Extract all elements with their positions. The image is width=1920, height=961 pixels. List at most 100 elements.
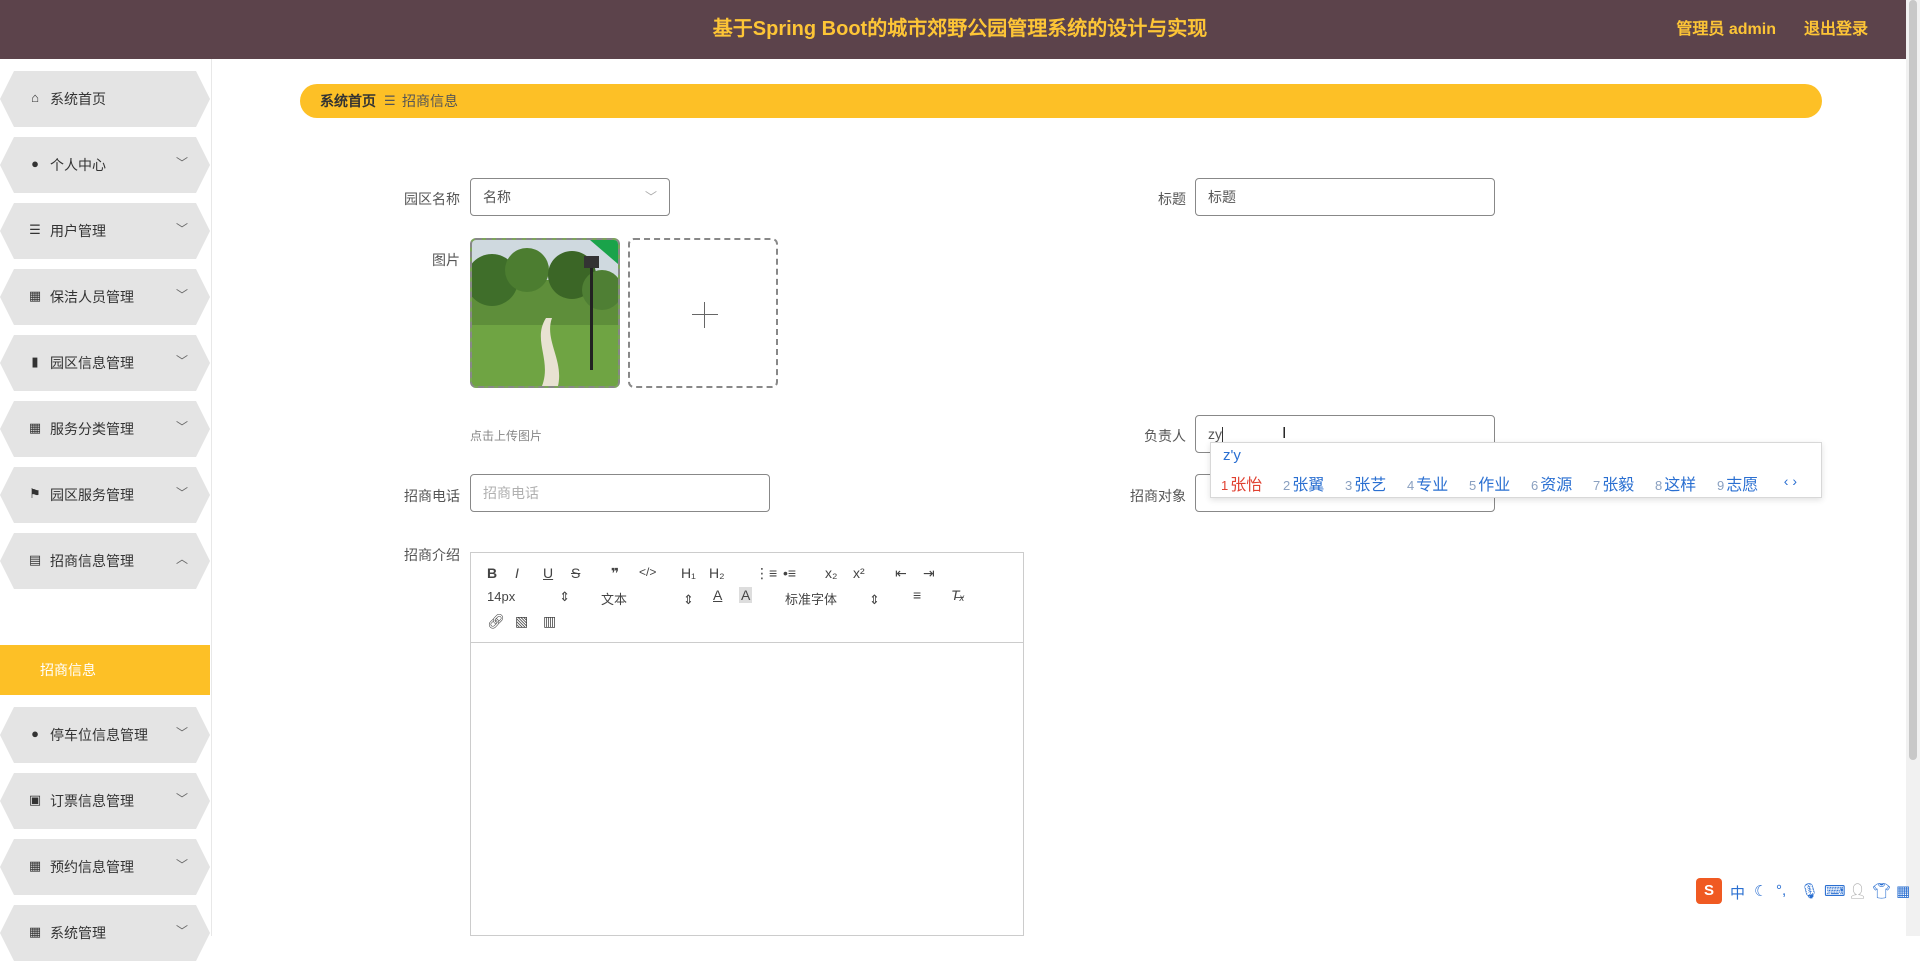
- font-size-select[interactable]: 14px ⇕: [487, 589, 570, 605]
- park-name-value: 名称: [483, 189, 511, 205]
- ime-candidate-2[interactable]: 2 张翼: [1283, 471, 1324, 495]
- image-icon[interactable]: ▧: [515, 613, 528, 630]
- sidebar-item-label: 个人中心: [50, 157, 106, 173]
- owner-value: zy: [1208, 426, 1222, 442]
- breadcrumb-home[interactable]: 系统首页: [320, 84, 376, 118]
- bullet-list-icon[interactable]: •≡: [783, 565, 796, 581]
- title-value: 标题: [1208, 189, 1236, 205]
- align-icon[interactable]: ≡: [913, 587, 921, 603]
- sidebar-item-ticket-info-management[interactable]: ▣ 订票信息管理 ﹀: [0, 773, 210, 829]
- user-icon[interactable]: 👤︎: [1848, 882, 1867, 900]
- page-scrollbar[interactable]: [1906, 0, 1920, 936]
- ime-candidate-4[interactable]: 4 专业: [1407, 471, 1448, 495]
- sidebar-item-home[interactable]: ⌂ 系统首页: [0, 71, 210, 127]
- sidebar-item-reservation-info-management[interactable]: ▦ 预约信息管理 ﹀: [0, 839, 210, 895]
- park-path-image: [472, 240, 618, 386]
- system-title: 基于Spring Boot的城市郊野公园管理系统的设计与实现: [712, 18, 1208, 40]
- ordered-list-icon[interactable]: ⋮≡: [755, 565, 777, 582]
- strikethrough-icon[interactable]: S: [571, 565, 580, 581]
- grid-icon: ▦: [28, 858, 42, 873]
- editor-toolbar: B I U S ❞ </> H₁ H₂ ⋮≡ •≡ x₂ x² ⇤ ⇥ 14px…: [471, 553, 1023, 643]
- logout-button[interactable]: 退出登录: [1804, 0, 1868, 59]
- clear-format-icon[interactable]: T̶ₓ: [951, 587, 965, 603]
- ime-candidate-3[interactable]: 3 张艺: [1345, 471, 1386, 495]
- phone-input[interactable]: 招商电话: [470, 474, 770, 512]
- scrollbar-thumb[interactable]: [1909, 0, 1917, 760]
- rich-text-editor: B I U S ❞ </> H₁ H₂ ⋮≡ •≡ x₂ x² ⇤ ⇥ 14px…: [470, 552, 1024, 936]
- toolbox-icon[interactable]: ▦: [1896, 882, 1910, 900]
- ime-candidate-7[interactable]: 7 张毅: [1593, 471, 1634, 495]
- skin-icon[interactable]: 👕︎: [1872, 882, 1891, 900]
- sidebar-item-system-management[interactable]: ▦ 系统管理 ﹀: [0, 905, 210, 961]
- ime-page-nav-icon[interactable]: ‹ ›: [1784, 473, 1797, 489]
- heading-1-icon[interactable]: H₁: [681, 565, 696, 581]
- clipboard-icon: ▤: [28, 552, 42, 567]
- keyboard-icon[interactable]: ⌨: [1824, 882, 1846, 900]
- sidebar-item-label: 预约信息管理: [50, 859, 134, 875]
- font-color-icon[interactable]: A: [713, 587, 722, 603]
- updown-icon: ⇕: [683, 592, 694, 607]
- sidebar: ⌂ 系统首页 ● 个人中心 ﹀ ☰ 用户管理 ﹀ ▦ 保洁人员管理 ﹀ ▮ 园区…: [0, 59, 212, 936]
- title-input[interactable]: 标题: [1195, 178, 1495, 216]
- ime-candidate-6[interactable]: 6 资源: [1531, 471, 1572, 495]
- font-size-value: 14px: [487, 589, 516, 604]
- punctuation-icon[interactable]: °,: [1776, 882, 1786, 899]
- sidebar-item-label: 服务分类管理: [50, 421, 134, 437]
- sidebar-subitem-investment-info[interactable]: 招商信息: [0, 645, 210, 695]
- blockquote-icon[interactable]: ❞: [611, 565, 619, 582]
- chevron-down-icon: ﹀: [175, 156, 188, 170]
- sidebar-subitem-label: 招商信息: [40, 662, 96, 678]
- ime-pinyin: z'y: [1223, 447, 1241, 464]
- sidebar-item-label: 系统管理: [50, 925, 106, 941]
- text-style-select[interactable]: 文本 ⇕: [601, 589, 694, 608]
- grid-icon: ▦: [28, 288, 42, 303]
- microphone-icon[interactable]: 🎙︎: [1800, 882, 1819, 900]
- link-icon[interactable]: 🔗︎: [487, 613, 505, 630]
- plus-icon-vertical: [704, 302, 705, 328]
- bold-icon[interactable]: B: [487, 565, 497, 581]
- underline-icon[interactable]: U: [543, 565, 553, 581]
- ime-candidate-window: z'y 1 张怡 2 张翼 3 张艺 4 专业 5 作业 6 资源 7 张毅 8 这样 9 志愿 …: [1210, 442, 1822, 498]
- ime-candidate-1[interactable]: 1 张怡: [1221, 471, 1262, 495]
- chevron-down-icon: ﹀: [175, 486, 188, 500]
- outdent-icon[interactable]: ⇤: [895, 565, 907, 582]
- title-label: 标题: [1158, 191, 1186, 207]
- ime-candidate-5[interactable]: 5 作业: [1469, 471, 1510, 495]
- sidebar-item-park-info-management[interactable]: ▮ 园区信息管理 ﹀: [0, 335, 210, 391]
- moon-icon[interactable]: ☾: [1754, 882, 1767, 900]
- sidebar-item-label: 保洁人员管理: [50, 289, 134, 305]
- background-color-icon[interactable]: A: [739, 587, 753, 603]
- superscript-icon[interactable]: x²: [853, 565, 865, 581]
- code-block-icon[interactable]: </>: [639, 565, 656, 579]
- ime-candidate-8[interactable]: 8 这样: [1655, 471, 1696, 495]
- ime-candidate-9[interactable]: 9 志愿: [1717, 471, 1758, 495]
- sidebar-item-cleaner-management[interactable]: ▦ 保洁人员管理 ﹀: [0, 269, 210, 325]
- font-family-select[interactable]: 标准字体 ⇕: [785, 589, 880, 608]
- editor-content-area[interactable]: [471, 644, 1023, 935]
- breadcrumb-current: 招商信息: [402, 93, 458, 109]
- upload-tip: 点击上传图片: [470, 429, 543, 443]
- upload-image-button[interactable]: [628, 238, 778, 388]
- sidebar-item-personal-center[interactable]: ● 个人中心 ﹀: [0, 137, 210, 193]
- flag-icon: ⚑: [29, 486, 41, 501]
- sogou-logo-icon[interactable]: S: [1696, 878, 1722, 904]
- video-icon[interactable]: ▥: [543, 613, 556, 630]
- phone-label: 招商电话: [404, 488, 460, 504]
- indent-icon[interactable]: ⇥: [923, 565, 935, 582]
- chinese-mode-icon[interactable]: 中: [1730, 882, 1745, 903]
- park-name-select[interactable]: 名称 ﹀: [470, 178, 670, 216]
- uploaded-image-thumbnail[interactable]: [470, 238, 620, 388]
- chevron-up-icon: ︿: [175, 552, 188, 566]
- chevron-down-icon: ﹀: [175, 222, 188, 236]
- home-icon: ⌂: [31, 90, 39, 105]
- italic-icon[interactable]: I: [515, 565, 519, 581]
- subscript-icon[interactable]: x₂: [825, 565, 837, 581]
- sidebar-item-user-management[interactable]: ☰ 用户管理 ﹀: [0, 203, 210, 259]
- sidebar-item-service-category-management[interactable]: ▦ 服务分类管理 ﹀: [0, 401, 210, 457]
- breadcrumb: 系统首页 ☰ 招商信息: [300, 84, 1822, 118]
- sidebar-item-park-service-management[interactable]: ⚑ 园区服务管理 ﹀: [0, 467, 210, 523]
- heading-2-icon[interactable]: H₂: [709, 565, 725, 581]
- sidebar-item-investment-info-management[interactable]: ▤ 招商信息管理 ︿: [0, 533, 210, 589]
- sidebar-item-parking-info-management[interactable]: ● 停车位信息管理 ﹀: [0, 707, 210, 763]
- park-name-label: 园区名称: [404, 191, 460, 207]
